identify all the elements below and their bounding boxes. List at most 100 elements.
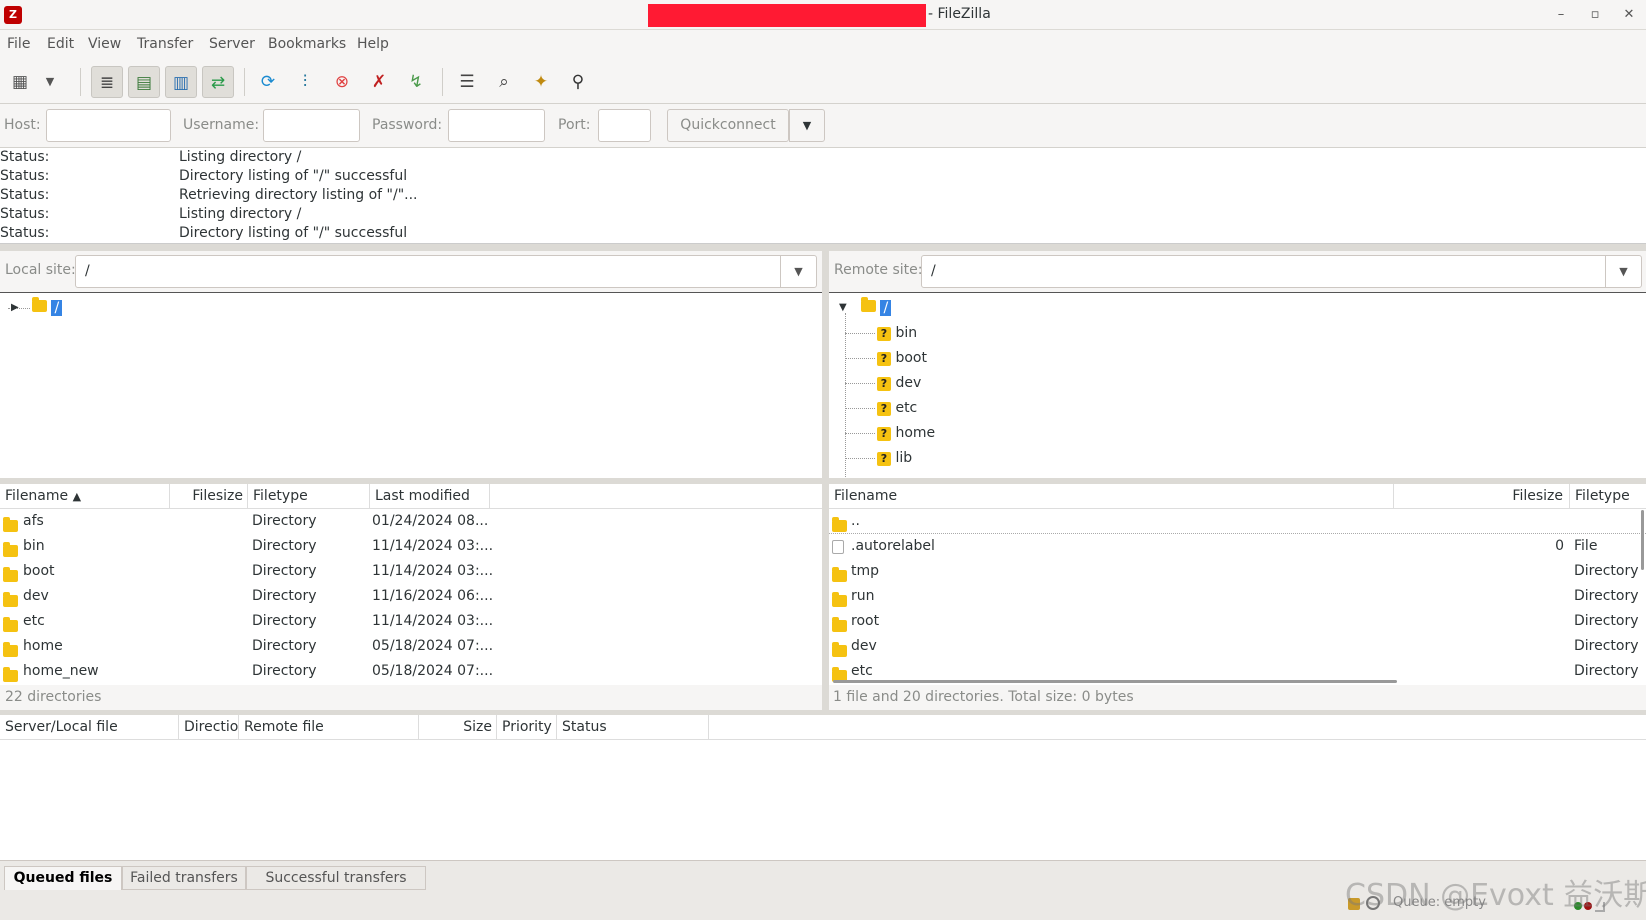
quickconnect-dropdown-icon[interactable]: ▼ [789, 109, 825, 142]
search-files-icon[interactable]: ⚲ [562, 66, 594, 98]
remote-site-path-combo[interactable]: / ▼ [921, 255, 1642, 288]
tree-item[interactable]: ? home [877, 422, 935, 444]
minimize-icon[interactable]: – [1551, 5, 1571, 25]
watermark: CSDN @Evoxt 益沃斯 [1345, 878, 1646, 913]
tree-item[interactable]: ? etc [877, 397, 917, 419]
toggle-local-tree-icon[interactable]: ▤ [128, 66, 160, 98]
tree-item[interactable]: ? bin [877, 322, 917, 344]
chevron-down-icon[interactable]: ▼ [1605, 256, 1641, 287]
file-modified: 01/24/2024 08... [372, 513, 489, 529]
port-input[interactable] [598, 109, 651, 142]
log-type: Status: [0, 206, 50, 222]
tree-connector [845, 458, 875, 459]
tree-item-root[interactable]: / [32, 297, 63, 319]
column-filetype[interactable]: Filetype [1570, 484, 1646, 509]
file-modified: 11/16/2024 06:... [372, 588, 494, 604]
menu-help[interactable]: Help [357, 36, 389, 52]
tree-item-root[interactable]: / [861, 297, 892, 319]
local-list-status: 22 directories [0, 685, 822, 710]
file-type: Directory [252, 638, 317, 654]
directory-comparison-icon[interactable]: ⌕ [488, 66, 520, 98]
sort-ascending-icon: ▲ [72, 490, 82, 503]
local-site-path-combo[interactable]: / ▼ [75, 255, 817, 288]
expand-arrow-icon[interactable]: ▶ [11, 297, 19, 319]
menu-file[interactable]: File [7, 36, 30, 52]
column-status[interactable]: Status [557, 715, 709, 740]
file-modified: 11/14/2024 03:... [372, 613, 494, 629]
toggle-remote-tree-icon[interactable]: ▥ [165, 66, 197, 98]
maximize-icon[interactable]: ▫ [1585, 5, 1605, 25]
file-type: Directory [252, 513, 317, 529]
menu-edit[interactable]: Edit [47, 36, 74, 52]
menu-view[interactable]: View [88, 36, 121, 52]
column-filesize[interactable]: Filesize [1394, 484, 1570, 509]
column-filename[interactable]: Filename ▲ [0, 484, 170, 509]
chevron-down-icon[interactable]: ▼ [780, 256, 816, 287]
window-title: - FileZilla [928, 6, 991, 22]
tree-item-label: / [51, 300, 63, 316]
table-row[interactable]: etc Directory 11/14/2024 03:... [0, 609, 822, 634]
tab-successful-transfers[interactable]: Successful transfers [246, 866, 426, 890]
column-filesize[interactable]: Filesize [170, 484, 248, 509]
password-input[interactable] [448, 109, 545, 142]
host-input[interactable] [46, 109, 171, 142]
directory-listing-filters-icon[interactable]: ☰ [451, 66, 483, 98]
table-row[interactable]: home Directory 05/18/2024 07:... [0, 634, 822, 659]
horizontal-scrollbar[interactable] [833, 680, 1397, 683]
file-name: dev [23, 588, 49, 604]
log-message: Listing directory / [179, 149, 302, 165]
tab-queued-files[interactable]: Queued files [4, 866, 122, 890]
reconnect-icon[interactable]: ↯ [400, 66, 432, 98]
table-row[interactable]: boot Directory 11/14/2024 03:... [0, 559, 822, 584]
table-row[interactable]: tmp Directory [829, 559, 1646, 584]
vertical-splitter[interactable] [822, 244, 829, 710]
table-row[interactable]: afs Directory 01/24/2024 08... [0, 509, 822, 534]
menu-transfer[interactable]: Transfer [137, 36, 193, 52]
tab-failed-transfers[interactable]: Failed transfers [122, 866, 246, 890]
table-row[interactable]: run Directory [829, 584, 1646, 609]
quickconnect-button[interactable]: Quickconnect [667, 109, 789, 142]
file-name: bin [23, 538, 45, 554]
file-type: Directory [252, 663, 317, 679]
refresh-icon[interactable]: ⟳ [252, 66, 284, 98]
cancel-operation-icon[interactable]: ⊗ [326, 66, 358, 98]
file-type: Directory [1574, 588, 1639, 604]
column-direction[interactable]: Directio [179, 715, 239, 740]
menu-bookmarks[interactable]: Bookmarks [268, 36, 346, 52]
tree-item[interactable]: ? lib [877, 447, 912, 469]
column-filetype[interactable]: Filetype [248, 484, 370, 509]
file-name: home_new [23, 663, 99, 679]
column-filename[interactable]: Filename [829, 484, 1394, 509]
disconnect-icon[interactable]: ✗ [363, 66, 395, 98]
column-size[interactable]: Size [419, 715, 497, 740]
table-row[interactable]: .. [829, 509, 1646, 534]
process-queue-icon[interactable]: ⫶ [289, 66, 321, 98]
log-type: Status: [0, 149, 50, 165]
tree-item[interactable]: ? dev [877, 372, 921, 394]
toggle-transfer-queue-icon[interactable]: ⇄ [202, 66, 234, 98]
tree-item[interactable]: ? boot [877, 347, 927, 369]
file-type: Directory [252, 613, 317, 629]
vertical-scrollbar[interactable] [1641, 510, 1644, 570]
menu-server[interactable]: Server [209, 36, 255, 52]
tree-connector [845, 358, 875, 359]
username-input[interactable] [263, 109, 360, 142]
column-remote-file[interactable]: Remote file [239, 715, 419, 740]
tree-connector [845, 383, 875, 384]
column-server-local-file[interactable]: Server/Local file [0, 715, 179, 740]
site-manager-icon[interactable]: ▦ [4, 66, 36, 98]
close-icon[interactable]: ✕ [1619, 5, 1639, 25]
site-manager-dropdown-icon[interactable]: ▼ [40, 66, 60, 98]
table-row[interactable]: bin Directory 11/14/2024 03:... [0, 534, 822, 559]
table-row[interactable]: dev Directory [829, 634, 1646, 659]
transfer-queue: Server/Local file Directio Remote file S… [0, 715, 1646, 860]
column-last-modified[interactable]: Last modified [370, 484, 490, 509]
table-row[interactable]: home_new Directory 05/18/2024 07:... [0, 659, 822, 684]
folder-icon [861, 297, 876, 312]
table-row[interactable]: .autorelabel 0 File [829, 534, 1646, 559]
column-priority[interactable]: Priority [497, 715, 557, 740]
toggle-message-log-icon[interactable]: ≣ [91, 66, 123, 98]
table-row[interactable]: dev Directory 11/16/2024 06:... [0, 584, 822, 609]
synchronized-browsing-icon[interactable]: ✦ [525, 66, 557, 98]
table-row[interactable]: root Directory [829, 609, 1646, 634]
